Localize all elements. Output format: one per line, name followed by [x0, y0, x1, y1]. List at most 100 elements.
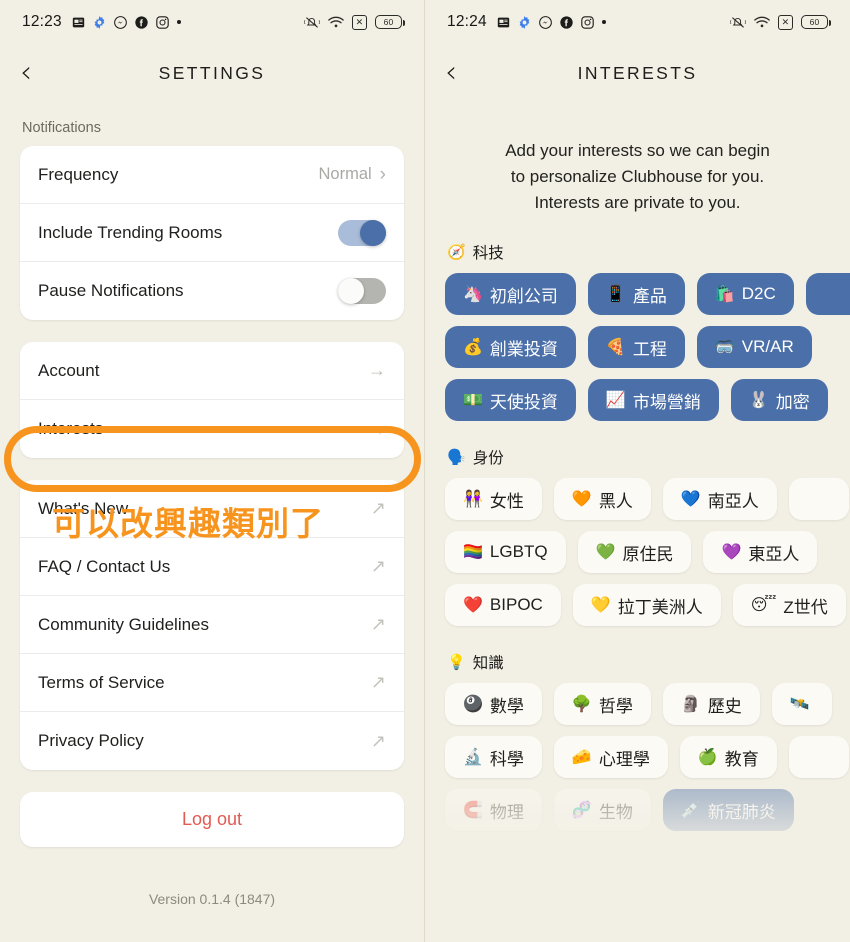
- chips-wrap: 🦄 初創公司 📱 產品 🛍️ D2C 💰 創業投資 🍕 工程 🥽 VR/AR 💵 天使投資 📈…: [425, 273, 850, 432]
- settings-row-trending-rooms[interactable]: Include Trending Rooms: [20, 204, 404, 262]
- rabbit-icon: 🐰: [748, 392, 769, 410]
- notifications-card: Frequency Normal › Include Trending Room…: [20, 146, 404, 320]
- interest-chip[interactable]: 👭 女性: [445, 478, 542, 521]
- interest-chip[interactable]: 🥽 VR/AR: [696, 326, 812, 369]
- interest-chip[interactable]: ❤️ BIPOC: [445, 584, 561, 627]
- arrow-right-icon: →: [368, 418, 386, 439]
- settings-row-community-guidelines[interactable]: Community Guidelines ↗: [20, 596, 404, 654]
- interest-chip[interactable]: 💰 創業投資: [445, 326, 576, 369]
- interests-screen: 12:24 ✕ 60 ‹ INTERESTS Add your interest…: [425, 0, 850, 942]
- chip-label: 拉丁美洲人: [617, 597, 703, 617]
- interest-chip-clipped[interactable]: [788, 736, 849, 779]
- interest-chip[interactable]: 😴 Z世代: [732, 584, 846, 627]
- messenger-icon: [113, 15, 127, 29]
- chip-label: 黑人: [598, 491, 633, 511]
- arrow-northeast-icon: ↗: [370, 730, 386, 751]
- chip-label: VR/AR: [741, 337, 794, 357]
- x-box-icon: ✕: [778, 14, 793, 30]
- chip-label: 心理學: [598, 749, 650, 769]
- category-block-knowledge: 💡 知識 🎱數學 🌳哲學 🗿歷史 🛰️ 🔬科學 🧀心理學 🍏教育 �: [425, 651, 850, 843]
- banknote-icon: 💵: [463, 392, 483, 410]
- category-block-tech: 🧭 科技 🦄 初創公司 📱 產品 🛍️ D2C 💰 創業投資 🍕 工程 🥽 VR/AR 💵 天…: [425, 241, 850, 432]
- interest-chip[interactable]: 🛍️ D2C: [696, 273, 794, 316]
- logout-button[interactable]: Log out: [20, 792, 404, 847]
- chip-label: BIPOC: [489, 595, 543, 615]
- chip-label: 哲學: [598, 696, 633, 716]
- settings-row-whats-new[interactable]: What's New ↗: [20, 480, 404, 538]
- interest-chip[interactable]: 🔬 科學: [445, 736, 542, 779]
- interest-chip-clipped[interactable]: [805, 273, 850, 316]
- interest-chip[interactable]: 🍏 教育: [679, 736, 777, 779]
- settings-row-interests[interactable]: Interests →: [20, 400, 404, 458]
- interest-chip[interactable]: 🧲 物理: [445, 789, 542, 832]
- status-time: 12:24: [447, 13, 487, 30]
- settings-row-faq[interactable]: FAQ / Contact Us ↗: [20, 538, 404, 596]
- toggle-knob: [360, 219, 386, 246]
- interest-chip[interactable]: 🌳 哲學: [553, 683, 651, 726]
- pizza-icon: 🍕: [605, 339, 626, 357]
- settings-screen: 12:23 ✕ 60 ‹ SETTINGS Notifications Freq…: [0, 0, 425, 942]
- status-bar: 12:23 ✕ 60: [0, 0, 424, 44]
- back-button[interactable]: ‹: [20, 58, 54, 88]
- chip-label: 女性: [489, 491, 524, 511]
- chip-label: 原住民: [622, 544, 674, 564]
- interest-chip[interactable]: 📱 產品: [587, 273, 685, 316]
- row-label: Interests: [38, 419, 104, 438]
- interest-chip[interactable]: 🧬 生物: [553, 789, 651, 832]
- chip-label: LGBTQ: [489, 542, 548, 562]
- interest-chip[interactable]: 💵 天使投資: [445, 379, 576, 422]
- chip-row: 💵 天使投資 📈 市場營銷 🐰 加密: [445, 379, 850, 422]
- settings-row-terms-of-service[interactable]: Terms of Service ↗: [20, 654, 404, 712]
- row-label: Include Trending Rooms: [38, 222, 223, 242]
- dna-icon: 🧬: [571, 802, 592, 820]
- moai-icon: 🗿: [680, 696, 701, 714]
- microscope-icon: 🔬: [463, 749, 483, 767]
- vr-goggles-icon: 🥽: [714, 339, 735, 357]
- syringe-icon: 💉: [680, 802, 701, 820]
- interest-chip[interactable]: 🦄 初創公司: [445, 273, 576, 316]
- interest-chip[interactable]: 🎱 數學: [445, 683, 542, 726]
- settings-row-account[interactable]: Account →: [20, 342, 404, 400]
- rainbow-flag-icon: 🏳️‍🌈: [463, 544, 483, 562]
- interest-chip[interactable]: 💜 東亞人: [703, 531, 818, 574]
- speaking-head-icon: 🗣️: [447, 449, 466, 467]
- status-bar: 12:24 ✕ 60: [425, 0, 850, 44]
- facebook-icon: [560, 15, 573, 29]
- vibrate-off-icon: [730, 16, 746, 29]
- page-title: SETTINGS: [158, 62, 266, 83]
- chip-label: 歷史: [707, 696, 742, 716]
- category-header: 🧭 科技: [447, 241, 850, 263]
- interest-chip[interactable]: 💉 新冠肺炎: [662, 789, 794, 832]
- chip-label: 物理: [489, 802, 524, 822]
- page-title: INTERESTS: [577, 62, 698, 83]
- instagram-icon: [156, 15, 169, 29]
- settings-row-pause-notifications[interactable]: Pause Notifications: [20, 262, 404, 320]
- settings-row-privacy-policy[interactable]: Privacy Policy ↗: [20, 712, 404, 770]
- tree-icon: 🌳: [571, 696, 592, 714]
- pause-notifications-toggle[interactable]: [338, 278, 386, 304]
- chip-row: 👭 女性 🧡 黑人 💙 南亞人: [445, 478, 850, 521]
- interest-chip[interactable]: 🧡 黑人: [553, 478, 651, 521]
- interest-chip-clipped[interactable]: [788, 478, 849, 521]
- trending-rooms-toggle[interactable]: [338, 219, 386, 246]
- chip-label: 科學: [489, 749, 524, 769]
- interest-chip[interactable]: 🐰 加密: [730, 379, 828, 422]
- chip-label: 市場營銷: [632, 392, 701, 412]
- arrow-northeast-icon: ↗: [370, 498, 386, 518]
- interest-chip[interactable]: 💛 拉丁美洲人: [572, 584, 721, 627]
- chip-row: 🎱 數學 🌳 哲學 🗿 歷史 🛰️: [445, 683, 850, 726]
- interest-chip[interactable]: 📈 市場營銷: [587, 379, 719, 422]
- interest-chip[interactable]: 💙 南亞人: [662, 478, 777, 521]
- back-button[interactable]: ‹: [445, 58, 479, 88]
- chip-label: 產品: [632, 286, 667, 306]
- interest-chip[interactable]: 🏳️‍🌈 LGBTQ: [445, 531, 566, 574]
- interest-chip[interactable]: 💚 原住民: [577, 531, 692, 574]
- interest-chip[interactable]: 🧀 心理學: [553, 736, 668, 779]
- interest-chip-clipped[interactable]: 🛰️: [771, 683, 832, 726]
- settings-row-frequency[interactable]: Frequency Normal ›: [20, 146, 404, 204]
- chip-row: ❤️ BIPOC 💛 拉丁美洲人 😴 Z世代: [445, 584, 850, 627]
- chip-row-partially-visible: 🧲 物理 🧬 生物 💉 新冠肺炎: [425, 783, 850, 843]
- interest-chip[interactable]: 🍕 工程: [587, 326, 685, 369]
- chart-increasing-icon: 📈: [605, 392, 626, 410]
- interest-chip[interactable]: 🗿 歷史: [662, 683, 760, 726]
